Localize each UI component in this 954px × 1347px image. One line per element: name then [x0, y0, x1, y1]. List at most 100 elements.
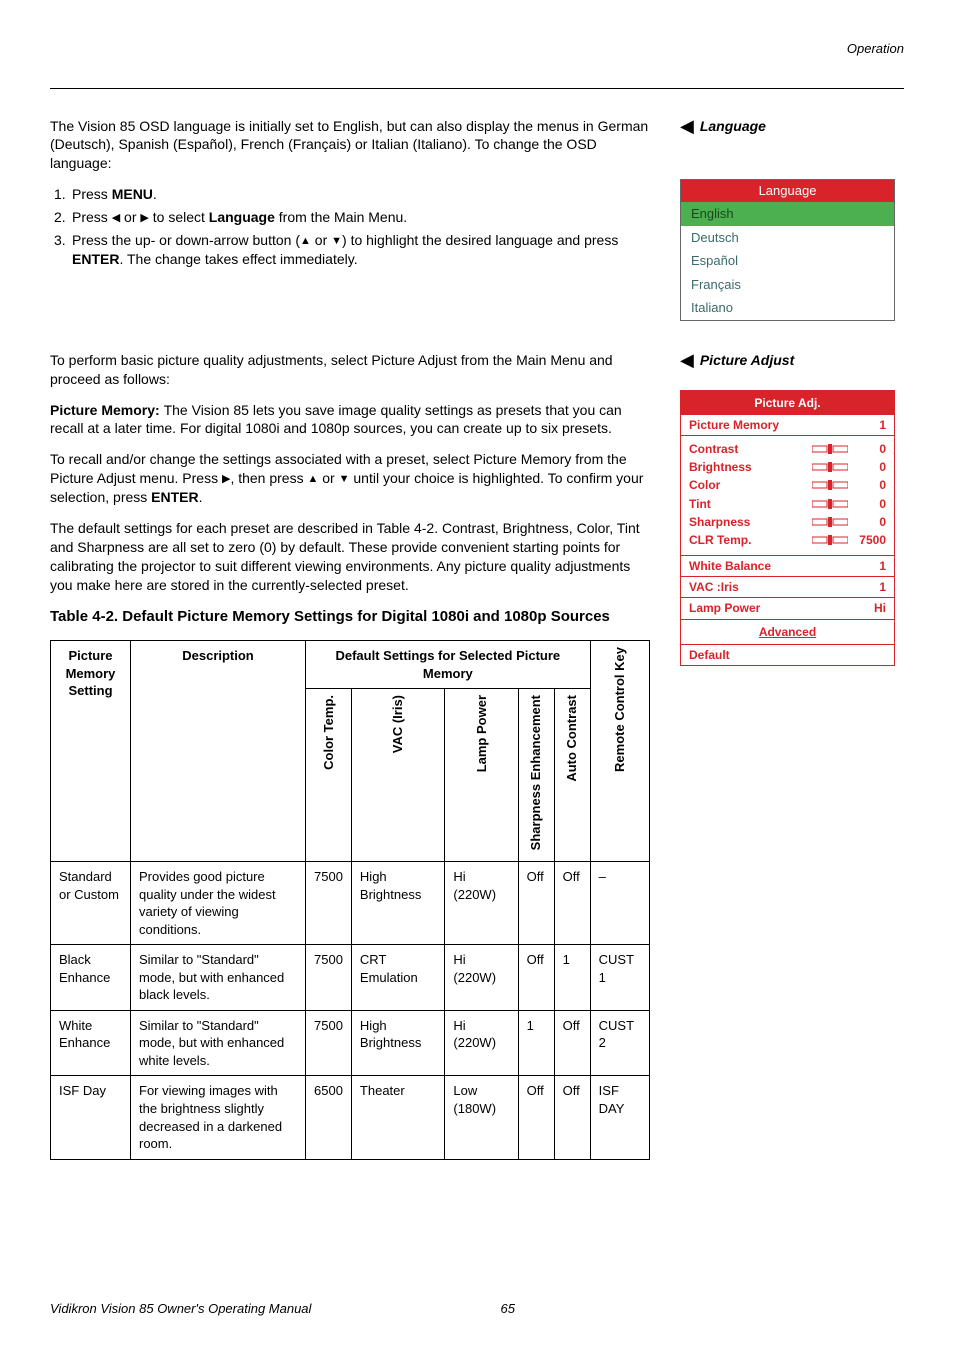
step-2: 2. Press ◀ or ▶ to select Language from … — [54, 208, 650, 227]
cell-lp: Hi (220W) — [445, 945, 518, 1011]
right-arrow-icon: ▶ — [140, 213, 148, 224]
text: or — [318, 470, 338, 486]
lang-opt-francais[interactable]: Français — [681, 273, 894, 297]
picture-sidebar: ◀ Picture Adjust Picture Adj. Picture Me… — [680, 351, 904, 1160]
left-arrow-icon: ◀ — [112, 213, 120, 224]
cell-lp: Hi (220W) — [445, 1010, 518, 1076]
pa-brightness[interactable]: Brightness0 — [689, 458, 886, 476]
pointer-left-icon: ◀ — [680, 117, 694, 135]
slider-icon — [810, 480, 850, 490]
cell-ac: Off — [554, 1076, 590, 1159]
lang-opt-italiano[interactable]: Italiano — [681, 296, 894, 320]
cell-setting: ISF Day — [51, 1076, 131, 1159]
cell-lp: Low (180W) — [445, 1076, 518, 1159]
lang-opt-deutsch[interactable]: Deutsch — [681, 226, 894, 250]
down-arrow-icon: ▼ — [331, 236, 342, 247]
cell-ct: 7500 — [306, 861, 352, 944]
language-body: The Vision 85 OSD language is initially … — [50, 117, 650, 331]
step-body: Press ◀ or ▶ to select Language from the… — [72, 208, 650, 227]
col-group: Default Settings for Selected Picture Me… — [306, 641, 591, 689]
cell-se: Off — [518, 945, 554, 1011]
table-title: Table 4-2. Default Picture Memory Settin… — [50, 607, 650, 627]
lang-opt-espanol[interactable]: Español — [681, 249, 894, 273]
cell-desc: Similar to "Standard" mode, but with enh… — [131, 1010, 306, 1076]
cell-rc: ISF DAY — [590, 1076, 649, 1159]
cell-vac: Theater — [351, 1076, 444, 1159]
step-num: 2. — [54, 208, 72, 227]
col-vac: VAC (Iris) — [351, 689, 444, 862]
up-arrow-icon: ▲ — [300, 236, 311, 247]
col-remote: Remote Control Key — [590, 641, 649, 862]
slider-icon — [810, 462, 850, 472]
language-section: The Vision 85 OSD language is initially … — [50, 117, 904, 331]
picture-memory-para: Picture Memory: The Vision 85 lets you s… — [50, 401, 650, 439]
text: Press — [72, 186, 112, 202]
cell-setting: White Enhance — [51, 1010, 131, 1076]
side-label-text: Language — [700, 117, 766, 136]
right-arrow-icon: ▶ — [222, 474, 230, 485]
col-lamppower: Lamp Power — [445, 689, 518, 862]
cell-ac: Off — [554, 1010, 590, 1076]
text: . — [153, 186, 157, 202]
text: from the Main Menu. — [275, 209, 407, 225]
cell-rc: CUST 2 — [590, 1010, 649, 1076]
picture-adjust-section: To perform basic picture quality adjustm… — [50, 351, 904, 1160]
lang-opt-english[interactable]: English — [681, 202, 894, 226]
col-setting: Picture Memory Setting — [51, 641, 131, 862]
cell-setting: Black Enhance — [51, 945, 131, 1011]
cell-ct: 7500 — [306, 1010, 352, 1076]
language-menu-title: Language — [681, 180, 894, 202]
pa-lamp-power[interactable]: Lamp PowerHi — [681, 597, 894, 618]
step-3: 3. Press the up- or down-arrow button (▲… — [54, 231, 650, 269]
pa-color[interactable]: Color0 — [689, 476, 886, 494]
section-header: Operation — [50, 40, 904, 58]
step-num: 3. — [54, 231, 72, 269]
down-arrow-icon: ▼ — [339, 474, 350, 485]
table-row: ISF Day For viewing images with the brig… — [51, 1076, 650, 1159]
pa-tint[interactable]: Tint0 — [689, 495, 886, 513]
language-word: Language — [209, 209, 275, 225]
cell-vac: High Brightness — [351, 1010, 444, 1076]
footer-title: Vidikron Vision 85 Owner's Operating Man… — [50, 1300, 311, 1318]
side-label-text: Picture Adjust — [700, 351, 794, 370]
text: Press — [72, 209, 112, 225]
text: to select — [149, 209, 209, 225]
cell-se: Off — [518, 861, 554, 944]
pa-default[interactable]: Default — [681, 644, 894, 665]
slider-icon — [810, 499, 850, 509]
page-footer: Vidikron Vision 85 Owner's Operating Man… — [50, 1300, 904, 1318]
col-colortemp: Color Temp. — [306, 689, 352, 862]
pa-clrtemp[interactable]: CLR Temp.7500 — [689, 531, 886, 549]
cell-ct: 6500 — [306, 1076, 352, 1159]
cell-ac: Off — [554, 861, 590, 944]
table-row: Black Enhance Similar to "Standard" mode… — [51, 945, 650, 1011]
menu-key: MENU — [112, 186, 153, 202]
pa-sharpness[interactable]: Sharpness0 — [689, 513, 886, 531]
cell-se: Off — [518, 1076, 554, 1159]
pm-label: Picture Memory: — [50, 402, 164, 418]
cell-rc: – — [590, 861, 649, 944]
page-number: 65 — [500, 1300, 514, 1318]
pa-advanced[interactable]: Advanced — [681, 619, 894, 644]
defaults-para: The default settings for each preset are… — [50, 519, 650, 595]
slider-icon — [810, 444, 850, 454]
table-row: Standard or Custom Provides good picture… — [51, 861, 650, 944]
cell-vac: High Brightness — [351, 861, 444, 944]
text: Press the up- or down-arrow button ( — [72, 232, 300, 248]
pa-contrast[interactable]: Contrast0 — [689, 440, 886, 458]
text: or — [311, 232, 331, 248]
picture-body: To perform basic picture quality adjustm… — [50, 351, 650, 1160]
col-autocontrast: Auto Contrast — [554, 689, 590, 862]
cell-ac: 1 — [554, 945, 590, 1011]
cell-lp: Hi (220W) — [445, 861, 518, 944]
defaults-table: Picture Memory Setting Description Defau… — [50, 640, 650, 1160]
cell-se: 1 — [518, 1010, 554, 1076]
text: ) to highlight the desired language and … — [342, 232, 618, 248]
pa-white-balance[interactable]: White Balance1 — [681, 555, 894, 576]
pa-vac-iris[interactable]: VAC :Iris1 — [681, 576, 894, 597]
col-description: Description — [131, 641, 306, 862]
pa-val: 1 — [850, 417, 886, 433]
picture-side-label: ◀ Picture Adjust — [680, 351, 904, 370]
pa-picture-memory[interactable]: Picture Memory 1 — [681, 415, 894, 435]
cell-ct: 7500 — [306, 945, 352, 1011]
